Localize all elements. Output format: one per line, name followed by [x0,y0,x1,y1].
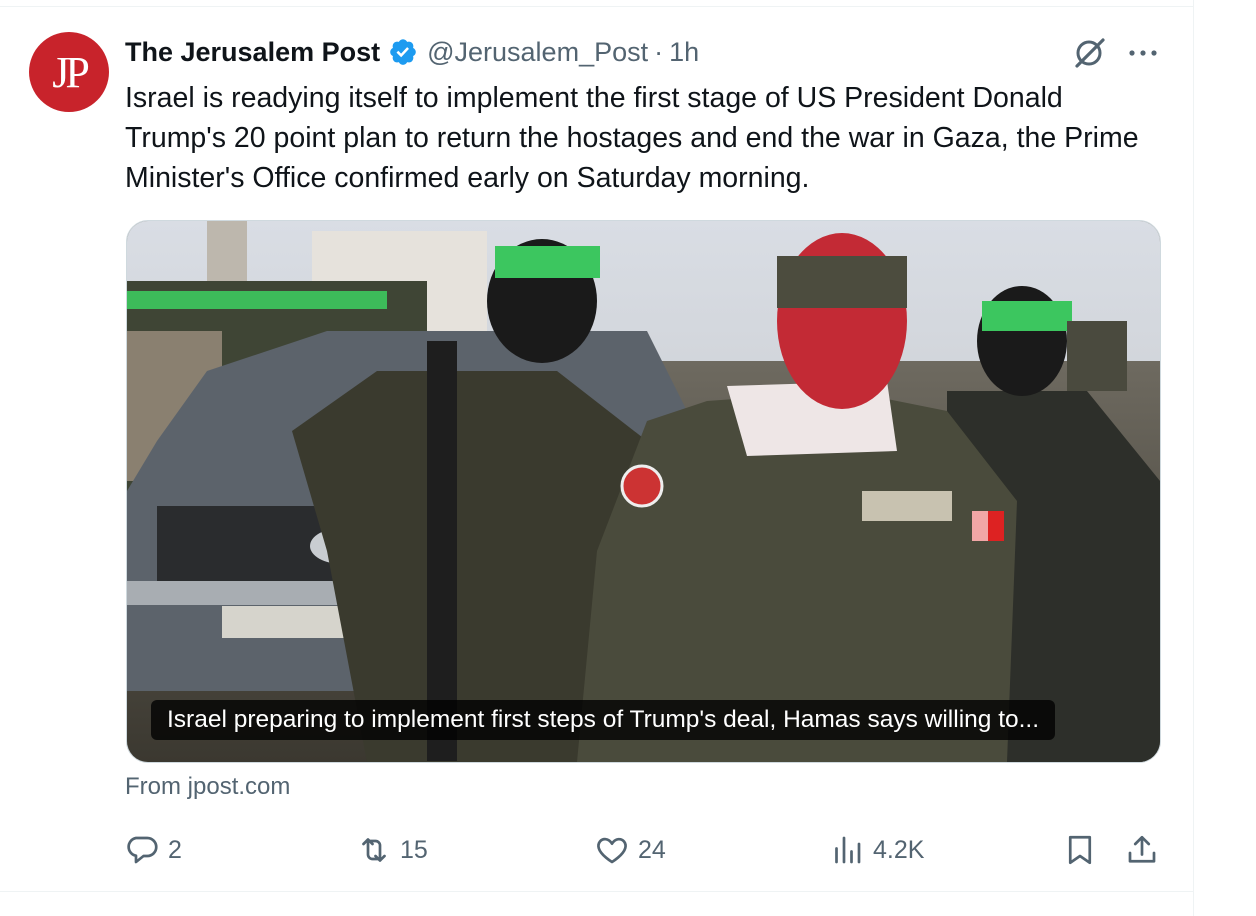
reply-count: 2 [168,835,182,864]
retweet-button[interactable]: 15 [356,828,428,872]
avatar[interactable]: JP [29,32,109,112]
share-button[interactable] [1124,828,1160,872]
reply-icon [127,836,158,864]
card-image[interactable] [127,221,1160,762]
grok-icon[interactable] [1070,34,1108,72]
avatar-text: JP [52,47,90,97]
retweet-icon [362,838,386,862]
retweet-count: 15 [400,835,428,864]
card-source[interactable]: From jpost.com [125,773,290,801]
verified-badge-icon[interactable] [388,37,418,67]
bookmark-button[interactable] [1062,828,1098,872]
link-card[interactable]: Israel preparing to implement first step… [126,220,1161,763]
separator-dot: · [654,36,664,67]
heart-icon [597,837,627,864]
bottom-divider [0,891,1194,892]
card-caption[interactable]: Israel preparing to implement first step… [151,700,1056,740]
like-button[interactable]: 24 [594,828,666,872]
view-count: 4.2K [873,835,925,864]
timestamp[interactable]: 1h [669,37,699,68]
tweet-header: The Jerusalem Post @Jerusalem_Post · 1h [125,32,699,72]
like-count: 24 [638,835,666,864]
reply-button[interactable]: 2 [124,828,182,872]
views-button[interactable]: 4.2K [829,828,924,872]
share-icon [1128,835,1156,863]
more-options-icon[interactable] [1124,34,1162,72]
top-divider [0,6,1194,7]
tweet-text: Israel is readying itself to implement t… [125,82,1139,194]
right-divider [1193,0,1194,916]
views-chart-icon [835,836,861,864]
author-handle[interactable]: @Jerusalem_Post [427,37,648,68]
bookmark-icon [1068,835,1092,865]
author-name[interactable]: The Jerusalem Post [125,37,380,68]
